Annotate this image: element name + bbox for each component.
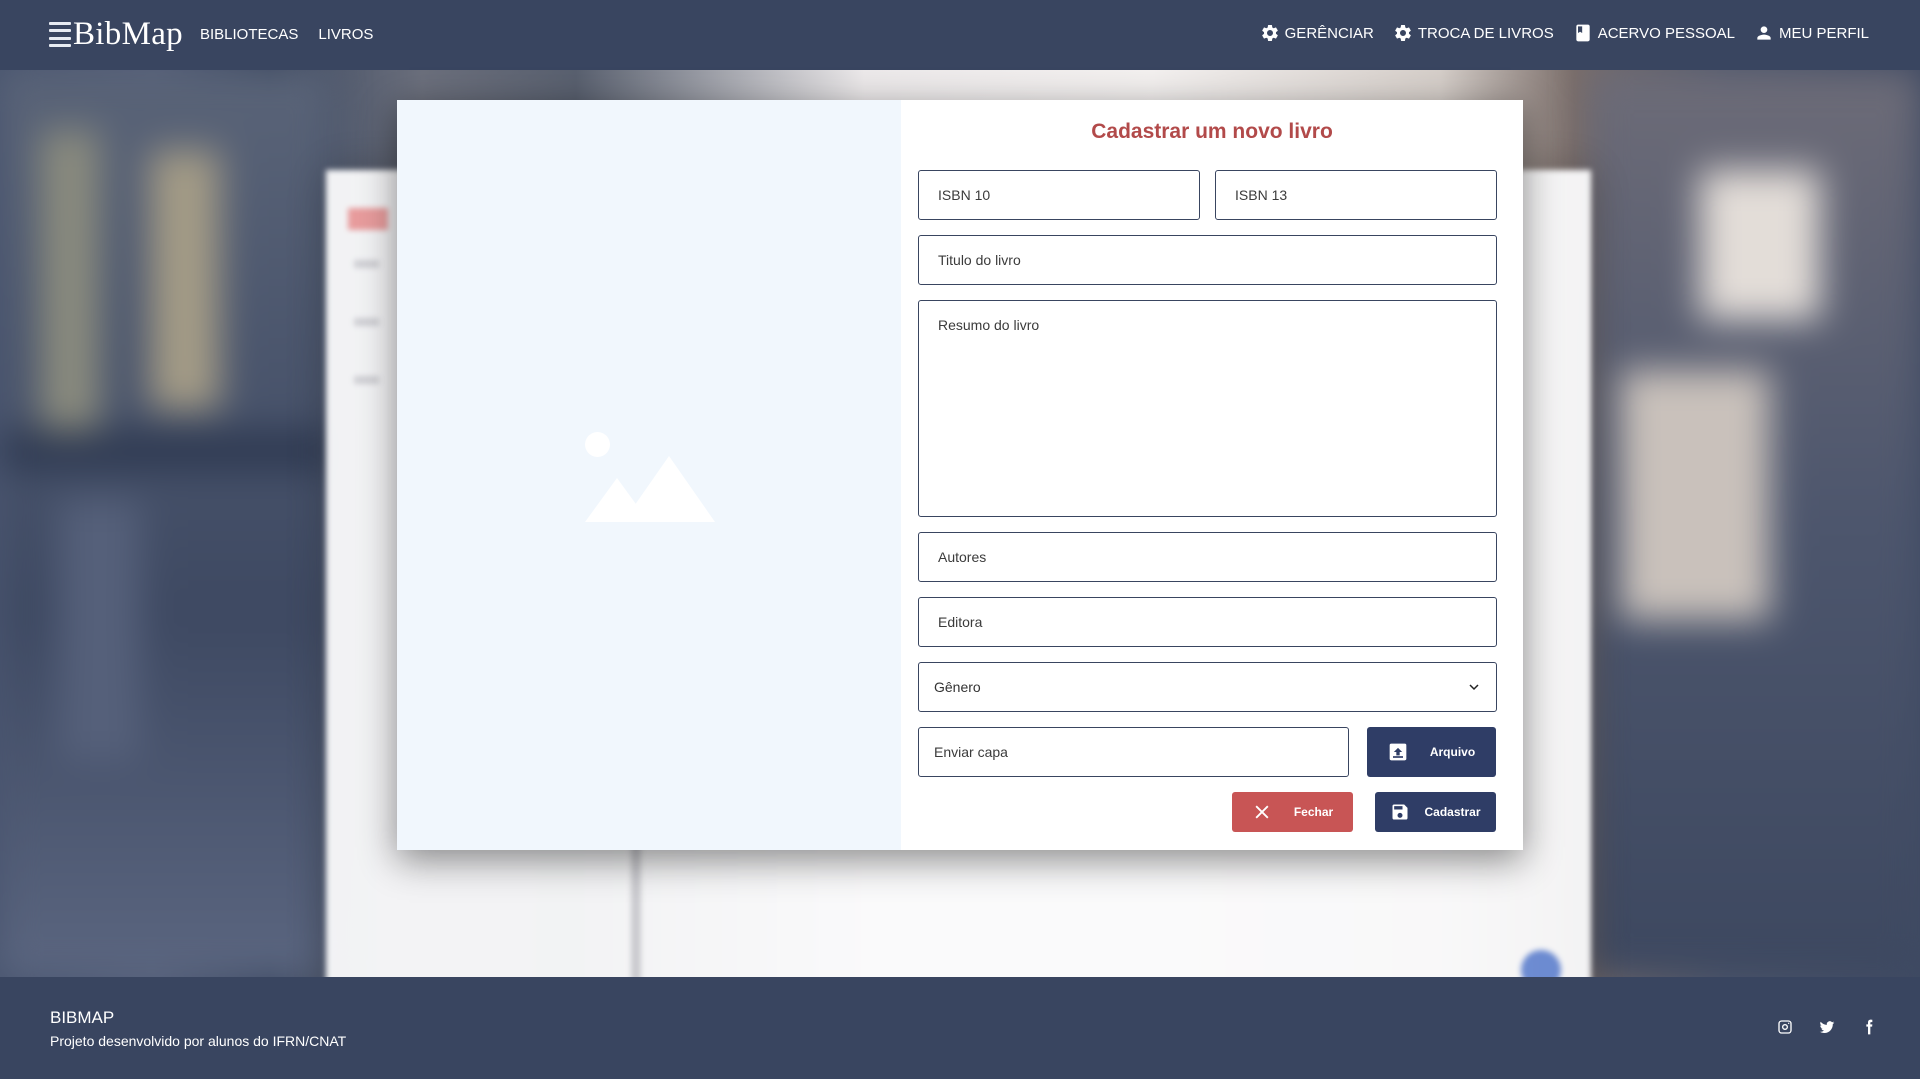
cover-file-input[interactable] xyxy=(918,727,1349,777)
isbn10-input[interactable] xyxy=(918,170,1200,220)
facebook-icon[interactable] xyxy=(1861,1019,1877,1035)
close-button-label: Fechar xyxy=(1293,805,1334,819)
nav-item-gerenciar[interactable]: GERÊNCIAR xyxy=(1260,23,1374,43)
nav-item-acervo-pessoal[interactable]: ACERVO PESSOAL xyxy=(1573,23,1735,43)
upload-icon xyxy=(1389,743,1407,761)
main-nav: BIBLIOTECAS LIVROS xyxy=(200,26,373,43)
top-navbar: BibMap BIBLIOTECAS LIVROS GERÊNCIAR TROC… xyxy=(0,0,1920,70)
submit-button[interactable]: Cadastrar xyxy=(1375,792,1496,832)
submit-button-label: Cadastrar xyxy=(1424,805,1481,819)
new-book-modal: Cadastrar um novo livro Gênero Arquivo F… xyxy=(397,100,1523,850)
twitter-icon[interactable] xyxy=(1819,1019,1835,1035)
genre-select-value: Gênero xyxy=(934,679,981,695)
logo-text: BibMap xyxy=(73,16,183,52)
nav-item-perfil-label: MEU PERFIL xyxy=(1778,24,1869,42)
instagram-icon[interactable] xyxy=(1777,1019,1793,1035)
authors-input[interactable] xyxy=(918,532,1497,582)
footer: BIBMAP Projeto desenvolvido por alunos d… xyxy=(0,977,1920,1079)
file-upload-button-label: Arquivo xyxy=(1429,745,1476,759)
isbn13-input[interactable] xyxy=(1215,170,1497,220)
gear-icon xyxy=(1261,24,1278,41)
file-upload-button[interactable]: Arquivo xyxy=(1367,727,1496,777)
footer-title: BIBMAP xyxy=(50,1008,115,1027)
book-icon xyxy=(1576,24,1590,42)
gear-icon xyxy=(1395,24,1411,41)
cover-preview-panel xyxy=(397,100,901,850)
save-icon xyxy=(1392,804,1408,820)
nav-item-acervo-label: ACERVO PESSOAL xyxy=(1597,24,1735,42)
books-stack-icon xyxy=(49,21,71,48)
nav-item-troca-de-livros[interactable]: TROCA DE LIVROS xyxy=(1393,23,1554,43)
chevron-down-icon xyxy=(1469,684,1479,691)
book-title-input[interactable] xyxy=(918,235,1497,285)
publisher-input[interactable] xyxy=(918,597,1497,647)
nav-item-gerenciar-label: GERÊNCIAR xyxy=(1284,24,1374,42)
genre-select[interactable]: Gênero xyxy=(918,662,1497,712)
nav-item-troca-label: TROCA DE LIVROS xyxy=(1417,24,1554,42)
user-nav: GERÊNCIAR TROCA DE LIVROS ACERVO PESSOAL… xyxy=(1260,23,1869,43)
image-placeholder-icon xyxy=(585,432,610,457)
book-form: Cadastrar um novo livro Gênero Arquivo F… xyxy=(901,100,1523,850)
close-icon xyxy=(1255,805,1269,819)
bibmap-logo[interactable]: BibMap xyxy=(49,16,183,53)
nav-link-livros[interactable]: LIVROS xyxy=(318,26,373,43)
book-summary-textarea[interactable] xyxy=(918,300,1497,517)
modal-title: Cadastrar um novo livro xyxy=(1091,120,1333,143)
nav-item-meu-perfil[interactable]: MEU PERFIL xyxy=(1754,23,1869,43)
mountain-icon xyxy=(585,456,715,522)
person-icon xyxy=(1757,26,1771,40)
footer-subtitle: Projeto desenvolvido por alunos do IFRN/… xyxy=(50,1033,347,1049)
social-links xyxy=(1777,1019,1877,1035)
nav-link-bibliotecas[interactable]: BIBLIOTECAS xyxy=(200,26,298,43)
close-button[interactable]: Fechar xyxy=(1232,792,1353,832)
